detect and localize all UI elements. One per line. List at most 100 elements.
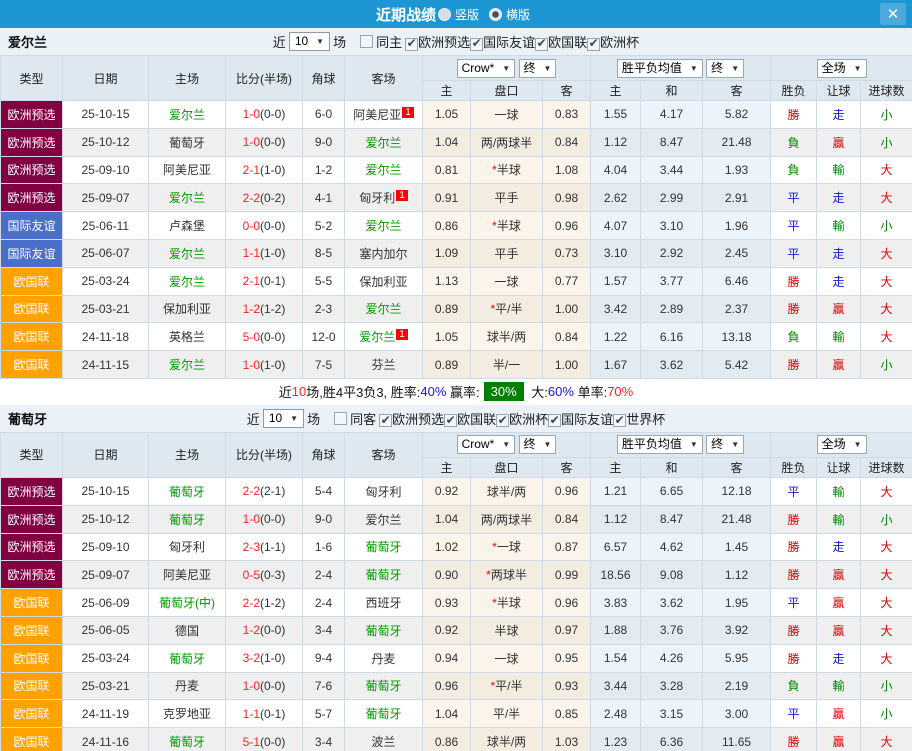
- comp-checkbox[interactable]: [535, 38, 548, 51]
- avg-select[interactable]: 胜平负均值▼: [617, 59, 703, 78]
- result-handicap: 贏: [817, 728, 861, 751]
- handicap-line: *半球: [471, 212, 543, 240]
- chevron-down-icon: ▼: [854, 437, 862, 452]
- result-handicap: 贏: [817, 561, 861, 589]
- handicap-line: 平手: [471, 184, 543, 212]
- avg-home-odds: 1.55: [591, 101, 641, 129]
- crown-away-odds: 0.87: [543, 533, 591, 561]
- match-row: 欧国联25-03-21保加利亚1-2(1-2)2-3爱尔兰0.89*平/半1.0…: [1, 295, 912, 323]
- comp-checkbox[interactable]: [444, 414, 457, 427]
- chevron-down-icon: ▼: [290, 411, 298, 426]
- away-team: 匈牙利: [345, 477, 423, 505]
- comp-checkbox[interactable]: [496, 414, 509, 427]
- fulltime-score: 1-1: [243, 707, 260, 721]
- odds-stage-select-2[interactable]: 终▼: [706, 59, 744, 78]
- result-goals: 小: [861, 212, 912, 240]
- corner-score: 3-4: [303, 728, 345, 751]
- home-team: 爱尔兰: [149, 184, 226, 212]
- avg-away-odds: 3.92: [703, 616, 771, 644]
- match-score: 1-0(0-0): [226, 128, 303, 156]
- match-type-badge: 欧洲预选: [1, 505, 63, 533]
- halftime-score: (1-0): [260, 651, 285, 665]
- odds-stage-select-2[interactable]: 终▼: [706, 435, 744, 454]
- avg-draw-odds: 3.77: [641, 267, 703, 295]
- chevron-down-icon: ▼: [854, 61, 862, 76]
- odds-stage-select-1[interactable]: 终▼: [519, 435, 557, 454]
- subcol-wdl: 胜负: [771, 81, 817, 101]
- team-label: 卢森堡: [169, 219, 205, 233]
- corner-score: 5-5: [303, 267, 345, 295]
- result-handicap: 贏: [817, 616, 861, 644]
- result-goals: 大: [861, 728, 912, 751]
- match-type-badge: 欧洲预选: [1, 184, 63, 212]
- result-goals: 大: [861, 561, 912, 589]
- away-team: 匈牙利1: [345, 184, 423, 212]
- team-label: 西班牙: [365, 596, 401, 610]
- match-type-badge: 欧国联: [1, 323, 63, 351]
- summary-part: 近: [279, 382, 292, 401]
- comp-checkbox[interactable]: [548, 414, 561, 427]
- layout-radio-vertical[interactable]: [438, 8, 451, 21]
- same-away-checkbox[interactable]: [334, 412, 347, 425]
- halftime-score: (0-1): [260, 274, 285, 288]
- crown-away-odds: 1.03: [543, 728, 591, 751]
- match-type-badge: 欧洲预选: [1, 477, 63, 505]
- bookmaker-select[interactable]: Crow*▼: [457, 435, 516, 454]
- avg-home-odds: 1.67: [591, 351, 641, 379]
- result-handicap: 贏: [817, 295, 861, 323]
- halftime-score: (0-0): [260, 679, 285, 693]
- subcol-goals: 进球数: [861, 81, 912, 101]
- comp-checkbox[interactable]: [379, 414, 392, 427]
- same-home-checkbox[interactable]: [360, 35, 373, 48]
- comp-checkbox-label: 欧国联: [457, 412, 496, 427]
- comp-checkbox[interactable]: [470, 38, 483, 51]
- close-button[interactable]: ✕: [880, 3, 906, 25]
- chevron-down-icon: ▼: [544, 437, 552, 452]
- away-team: 波兰: [345, 728, 423, 751]
- comp-checkbox[interactable]: [613, 414, 626, 427]
- comp-checkbox[interactable]: [587, 38, 600, 51]
- layout-radio-horizontal[interactable]: [489, 8, 502, 21]
- home-team: 爱尔兰: [149, 267, 226, 295]
- result-wdl: 勝: [771, 728, 817, 751]
- match-date: 25-09-10: [63, 156, 149, 184]
- match-count-select[interactable]: 10▼: [289, 32, 330, 51]
- halftime-score: (1-0): [260, 246, 285, 260]
- avg-away-odds: 1.12: [703, 561, 771, 589]
- fulltime-score: 5-1: [243, 735, 260, 749]
- avg-home-odds: 1.54: [591, 644, 641, 672]
- match-row: 欧国联25-06-05德国1-2(0-0)3-4葡萄牙0.92半球0.971.8…: [1, 616, 912, 644]
- corner-score: 5-7: [303, 700, 345, 728]
- team-label: 匈牙利: [359, 191, 395, 205]
- changed-line-star: *: [492, 163, 497, 177]
- comp-checkbox-label: 世界杯: [626, 412, 665, 427]
- comp-checkbox[interactable]: [405, 38, 418, 51]
- corner-score: 7-6: [303, 672, 345, 700]
- match-count-select[interactable]: 10▼: [263, 409, 304, 428]
- avg-away-odds: 3.00: [703, 700, 771, 728]
- fulltime-score: 1-0: [243, 512, 260, 526]
- comp-checkbox-label: 欧洲预选: [418, 35, 470, 50]
- halftime-score: (0-0): [260, 219, 285, 233]
- filter-row-ireland: 爱尔兰 近 10▼ 场 同主 欧洲预选国际友谊欧国联欧洲杯: [0, 28, 912, 55]
- match-row: 欧洲预选25-09-10阿美尼亚2-1(1-0)1-2爱尔兰0.81*半球1.0…: [1, 156, 912, 184]
- odds-stage-select-1[interactable]: 终▼: [519, 59, 557, 78]
- home-team: 爱尔兰: [149, 239, 226, 267]
- page-title: 近期战绩: [376, 4, 436, 25]
- bookmaker-select[interactable]: Crow*▼: [457, 59, 516, 78]
- match-row: 欧洲预选25-10-12葡萄牙1-0(0-0)9-0爱尔兰1.04两/两球半0.…: [1, 505, 912, 533]
- result-goals: 小: [861, 101, 912, 129]
- avg-select[interactable]: 胜平负均值▼: [617, 435, 703, 454]
- result-goals: 大: [861, 239, 912, 267]
- match-score: 1-0(0-0): [226, 672, 303, 700]
- fulltime-score: 2-2: [243, 484, 260, 498]
- scope-select[interactable]: 全场▼: [817, 59, 867, 78]
- result-goals: 大: [861, 533, 912, 561]
- comp-checkbox-label: 国际友谊: [483, 35, 535, 50]
- team-label: 爱尔兰: [359, 330, 395, 344]
- scope-select[interactable]: 全场▼: [817, 435, 867, 454]
- match-type-badge: 欧国联: [1, 589, 63, 617]
- corner-score: 9-4: [303, 644, 345, 672]
- match-date: 24-11-18: [63, 323, 149, 351]
- results-table-ireland: 类型 日期 主场 比分(半场) 角球 客场 Crow*▼ 终▼ 胜平负均值▼ 终…: [0, 55, 912, 379]
